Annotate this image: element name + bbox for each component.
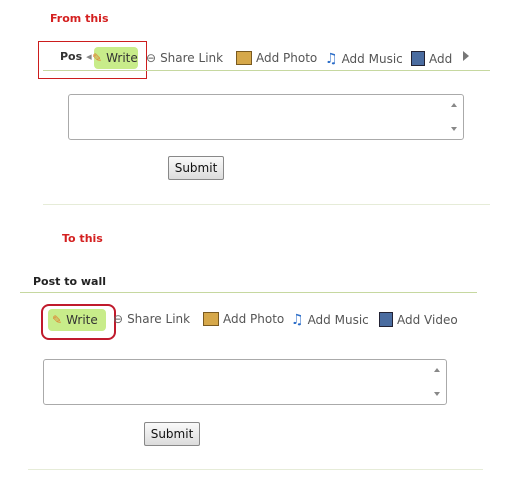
scroll-up-arrow[interactable] (434, 368, 440, 372)
scroll-down-arrow[interactable] (434, 392, 440, 396)
write-tab-label: Write (106, 51, 138, 65)
share-link-tab-before[interactable]: ⊖ Share Link (146, 51, 223, 65)
film-icon (379, 312, 393, 327)
music-note-icon: ♫ (325, 51, 338, 67)
post-textarea-before[interactable] (68, 94, 464, 140)
share-link-label: Share Link (160, 51, 224, 65)
add-photo-tab-before[interactable]: Add Photo (236, 51, 317, 65)
add-music-tab-before[interactable]: ♫ Add Music (325, 51, 403, 67)
submit-button-after[interactable]: Submit (144, 422, 200, 446)
write-tab-label: Write (66, 313, 98, 327)
share-link-tab-after[interactable]: ⊖ Share Link (113, 312, 190, 326)
pencil-icon: ✎ (52, 313, 63, 327)
film-icon (411, 51, 425, 66)
tab-overlap-icon: ◂ (86, 50, 92, 63)
divider-title-after (20, 292, 477, 293)
scroll-up-arrow[interactable] (451, 103, 457, 107)
add-video-label: Add Video (397, 312, 458, 327)
photo-icon (236, 51, 252, 65)
post-to-wall-title: Post to wall (33, 275, 107, 288)
arrow-right-icon[interactable] (463, 51, 469, 61)
music-note-icon: ♫ (291, 312, 304, 328)
divider-tabs-before (43, 70, 490, 71)
post-textarea-after[interactable] (43, 359, 447, 405)
post-tab-label: Pos (60, 50, 83, 63)
divider-bottom-before (43, 204, 490, 205)
photo-icon (203, 312, 219, 326)
divider-bottom-after (28, 469, 483, 470)
post-tab-fragment[interactable]: Pos ◂ (60, 50, 92, 63)
add-music-label: Add Music (341, 52, 403, 66)
write-tab-after[interactable]: ✎ Write (48, 309, 106, 331)
add-video-tab-before-truncated[interactable]: Add (411, 51, 452, 66)
share-link-label: Share Link (127, 312, 191, 326)
pencil-icon: ✎ (92, 51, 103, 65)
label-from-this: From this (50, 12, 109, 25)
add-photo-tab-after[interactable]: Add Photo (203, 312, 284, 326)
add-photo-label: Add Photo (256, 51, 318, 65)
submit-button-before[interactable]: Submit (168, 156, 224, 180)
add-video-tab-after[interactable]: Add Video (379, 312, 458, 327)
scroll-down-arrow[interactable] (451, 127, 457, 131)
add-music-tab-after[interactable]: ♫ Add Music (291, 312, 369, 328)
add-music-label: Add Music (307, 313, 369, 327)
label-to-this: To this (62, 232, 103, 245)
add-photo-label: Add Photo (223, 312, 285, 326)
link-icon: ⊖ (113, 312, 124, 326)
add-video-label-truncated: Add (429, 51, 453, 66)
write-tab-before[interactable]: ✎ Write (92, 47, 138, 69)
link-icon: ⊖ (146, 51, 157, 65)
